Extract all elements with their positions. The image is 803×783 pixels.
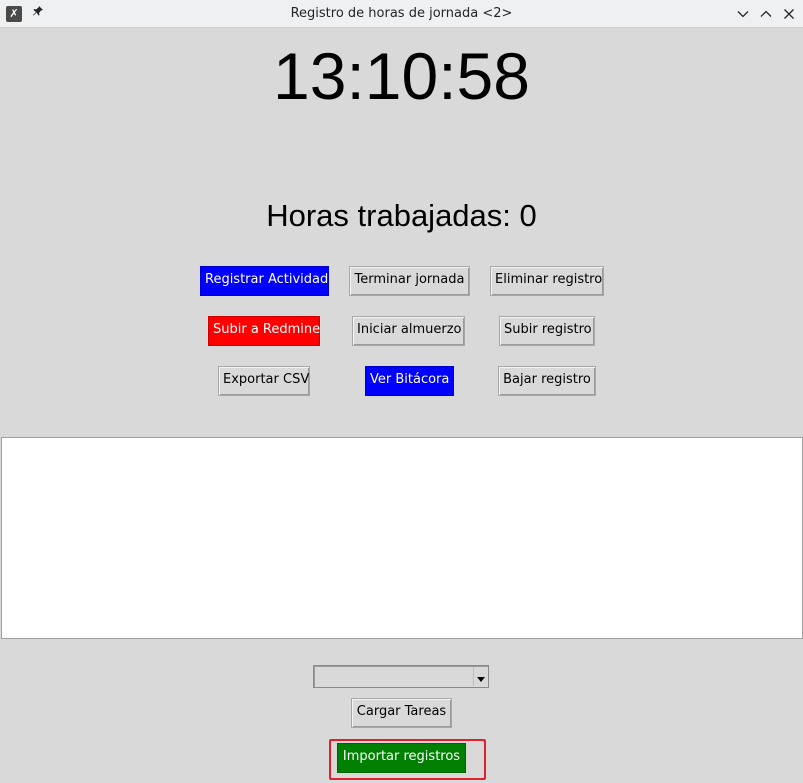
eliminar-registro-button[interactable]: Eliminar registro [490, 266, 604, 296]
window-title: Registro de horas de jornada <2> [290, 6, 513, 21]
terminar-jornada-button[interactable]: Terminar jornada [349, 266, 470, 296]
ver-bitacora-button[interactable]: Ver Bitácora [365, 366, 454, 396]
subir-registro-button[interactable]: Subir registro [499, 316, 595, 346]
close-icon[interactable] [779, 4, 799, 24]
chevron-up-icon[interactable] [756, 4, 776, 24]
iniciar-almuerzo-button[interactable]: Iniciar almuerzo [352, 316, 465, 346]
exportar-csv-button[interactable]: Exportar CSV [218, 366, 310, 396]
cargar-tareas-button[interactable]: Cargar Tareas [351, 698, 452, 728]
bajar-registro-button[interactable]: Bajar registro [498, 366, 596, 396]
title-bar: ✗ Registro de horas de jornada <2> [0, 0, 803, 28]
dropdown-arrow-icon[interactable] [473, 667, 487, 686]
log-text-area[interactable] [1, 437, 803, 639]
chevron-down-icon[interactable] [733, 4, 753, 24]
subir-redmine-button[interactable]: Subir a Redmine [208, 316, 320, 346]
registrar-actividad-button[interactable]: Registrar Actividad [200, 266, 329, 296]
hours-worked-label: Horas trabajadas: 0 [266, 198, 537, 233]
importar-registros-button[interactable]: Importar registros [337, 743, 466, 773]
clock-display: 13:10:58 [273, 39, 530, 113]
task-select[interactable] [313, 665, 489, 688]
